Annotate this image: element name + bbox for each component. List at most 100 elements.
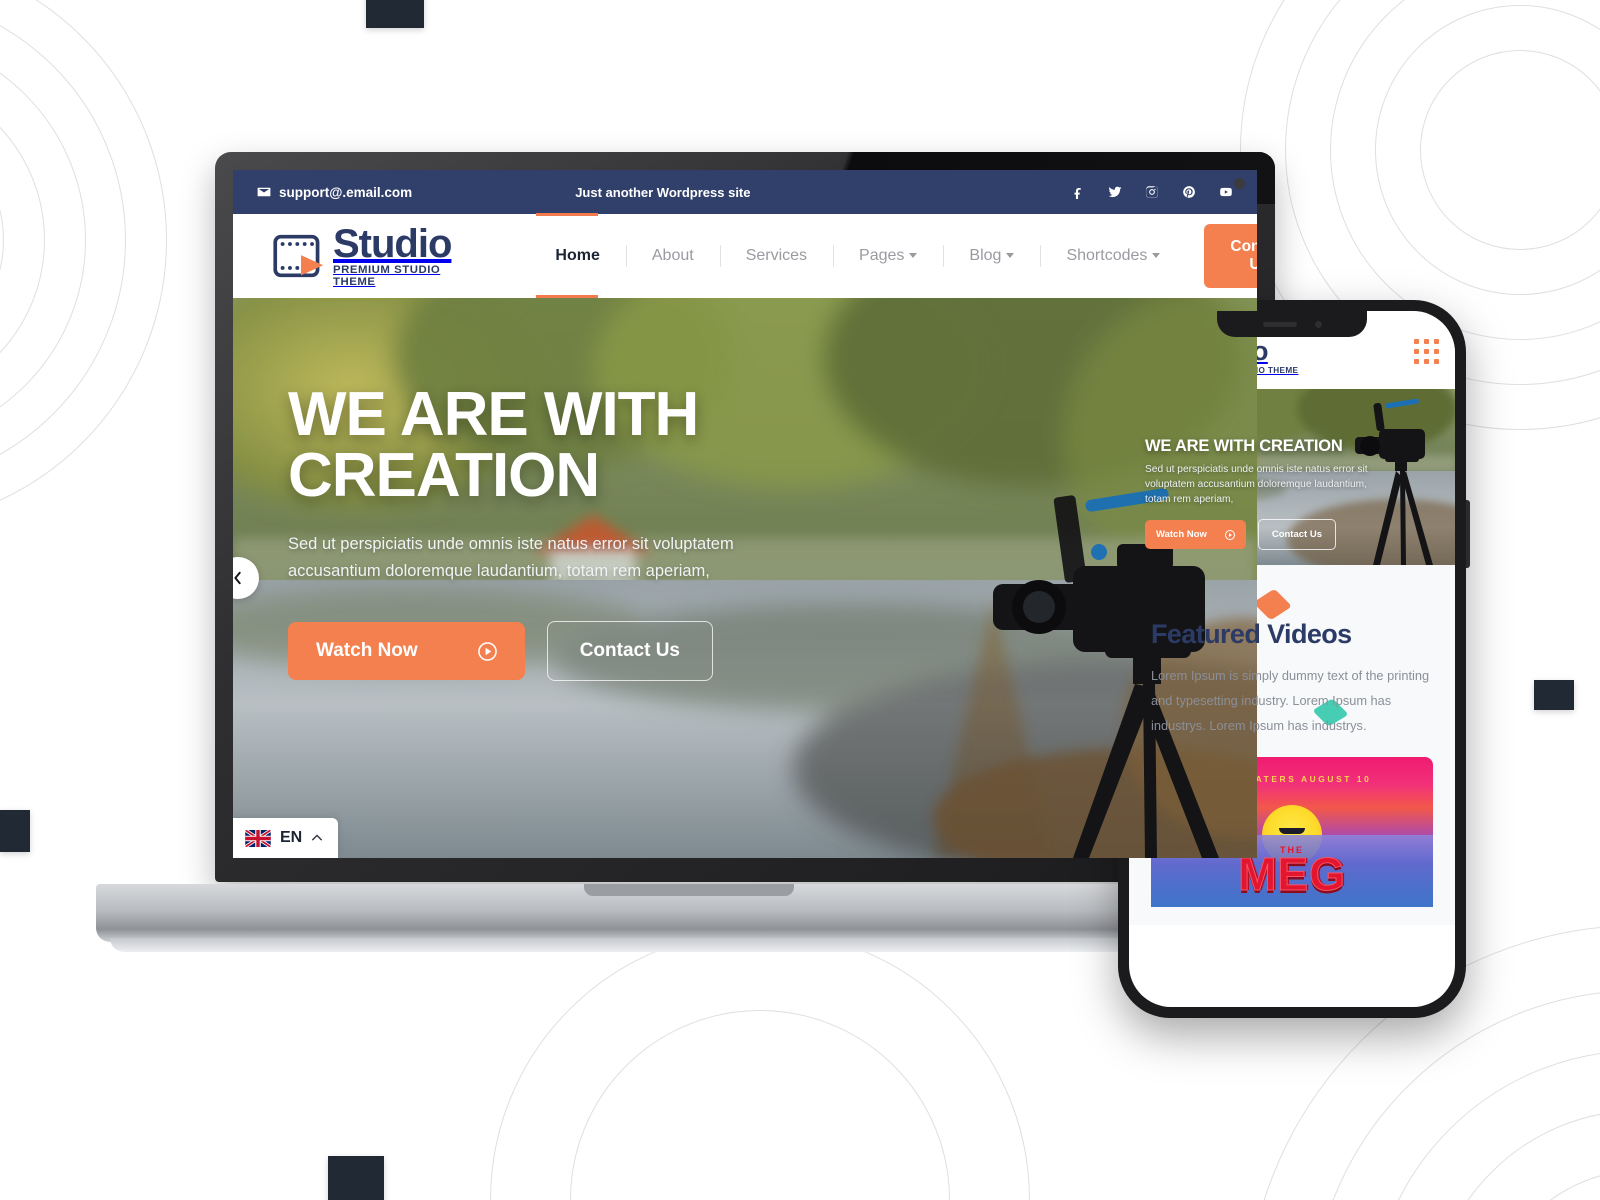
grid-dot [1434,359,1439,364]
film-strip-play-icon [273,233,329,279]
featured-videos-title: Featured Videos [1151,619,1352,649]
social-links [1071,185,1233,199]
chevron-left-icon [233,571,245,585]
play-circle-icon [1224,529,1235,540]
language-selector[interactable]: EN [233,818,339,858]
language-code: EN [280,829,303,846]
chevron-down-icon [909,253,918,259]
topbar-email-text: support@.email.com [279,184,413,200]
logo-name: Studio [333,222,452,267]
hero-contact-us-button[interactable]: Contact Us [546,621,713,682]
topbar-email[interactable]: support@.email.com [257,185,412,200]
nav-item-services[interactable]: Services [720,247,833,265]
ring [1430,1110,1600,1200]
nav-label: Home [555,247,600,264]
hero-title-line2: CREATION [288,441,600,511]
decor-square [1534,680,1574,710]
facebook-icon[interactable] [1071,185,1085,199]
ring [1310,990,1600,1200]
contact-us-button[interactable]: Contact Us [1204,224,1257,288]
ring [0,34,86,446]
chevron-down-icon [1152,253,1161,259]
mobile-hero-buttons: Watch Now Contact Us [1145,519,1455,551]
ring [1370,1050,1600,1200]
decor-square [366,0,424,28]
hero-content: WE ARE WITH CREATION Sed ut perspiciatis… [233,298,793,682]
grid-dot [1414,339,1419,344]
pinterest-icon[interactable] [1182,185,1196,199]
nav-label: Blog [969,247,1002,264]
hero-subtitle: Sed ut perspiciatis unde omnis iste natu… [288,534,734,580]
nav-item-blog[interactable]: Blog [943,247,1040,265]
site-logo[interactable]: Studio PREMIUM STUDIO THEME [273,222,452,288]
contact-us-label: Contact Us [1230,238,1257,273]
mobile-contact-us-button[interactable]: Contact Us [1257,519,1336,551]
hero-section: WE ARE WITH CREATION Sed ut perspiciatis… [233,298,1257,858]
hero-title-line1: WE ARE WITH [288,380,699,449]
ring [1490,1170,1600,1200]
nav-item-pages[interactable]: Pages [833,247,943,265]
phone-speaker [1262,321,1297,327]
grid-dot [1424,339,1429,344]
envelope-icon [257,185,271,199]
site-topbar: support@.email.com Just another Wordpres… [233,170,1257,214]
nav-item-about[interactable]: About [626,247,720,265]
poster-boat-icon [1279,827,1305,834]
orange-diamond-decor-icon [1252,588,1293,621]
phone-power-button [1466,500,1470,568]
grid-dot [1434,339,1439,344]
decor-square [328,1156,384,1200]
chevron-down-icon [1006,253,1015,259]
mobile-hero-subtitle: Sed ut perspiciatis unde omnis iste natu… [1145,464,1368,505]
active-nav-indicator-top [536,213,598,216]
grid-dot [1414,359,1419,364]
play-circle-icon [477,641,497,661]
mobile-contact-label: Contact Us [1271,529,1322,541]
laptop-base [96,884,1281,952]
main-menu: Home About Services Pages Blog Shortcode… [529,247,1186,265]
grid-dot [1424,359,1429,364]
laptop-screen: support@.email.com Just another Wordpres… [233,170,1257,858]
laptop-webcam-icon [1234,178,1245,189]
watch-now-button[interactable]: Watch Now [288,622,525,681]
chevron-up-icon [311,832,323,844]
mobile-hero-section: WE ARE WITH CREATION Sed ut perspiciatis… [1129,389,1455,565]
mobile-watch-now-button[interactable]: Watch Now [1145,520,1246,550]
ring [1420,50,1600,250]
site-navbar: Studio PREMIUM STUDIO THEME Home About S… [233,213,1257,298]
nav-label: Services [745,247,808,264]
grid-dot [1434,349,1439,354]
ring [0,75,45,405]
hero-contact-label: Contact Us [579,640,680,662]
logo-subtitle: PREMIUM STUDIO THEME [333,264,441,288]
decor-square [0,810,30,852]
laptop-base-foot [110,938,1267,952]
youtube-icon[interactable] [1219,185,1233,199]
hero-title: WE ARE WITH CREATION [288,384,793,507]
grid-dot [1414,349,1419,354]
mobile-hero-title: WE ARE WITH CREATION [1145,437,1343,455]
phone-front-camera-icon [1314,320,1322,328]
nav-item-home[interactable]: Home [529,247,625,265]
instagram-icon[interactable] [1145,185,1159,199]
ring [490,930,1030,1200]
uk-flag-icon [245,829,271,847]
ring [0,116,4,364]
ring [570,1010,950,1200]
grid-menu-icon[interactable] [1414,339,1439,364]
featured-videos-body: Lorem Ipsum is simply dummy text of the … [1151,668,1430,733]
phone-notch [1217,311,1367,337]
topbar-tagline: Just another Wordpress site [575,184,751,200]
ring [1375,5,1600,295]
hero-buttons: Watch Now Contact Us [288,621,793,682]
grid-dot [1424,349,1429,354]
nav-item-shortcodes[interactable]: Shortcodes [1040,247,1186,265]
watch-now-label: Watch Now [316,640,418,662]
mobile-watch-now-label: Watch Now [1156,529,1207,541]
nav-label: Pages [859,247,905,264]
nav-label: Shortcodes [1066,247,1148,264]
twitter-icon[interactable] [1108,185,1122,199]
laptop-lid: support@.email.com Just another Wordpres… [215,152,1275,882]
ring [1330,0,1600,340]
nav-label: About [651,247,694,264]
